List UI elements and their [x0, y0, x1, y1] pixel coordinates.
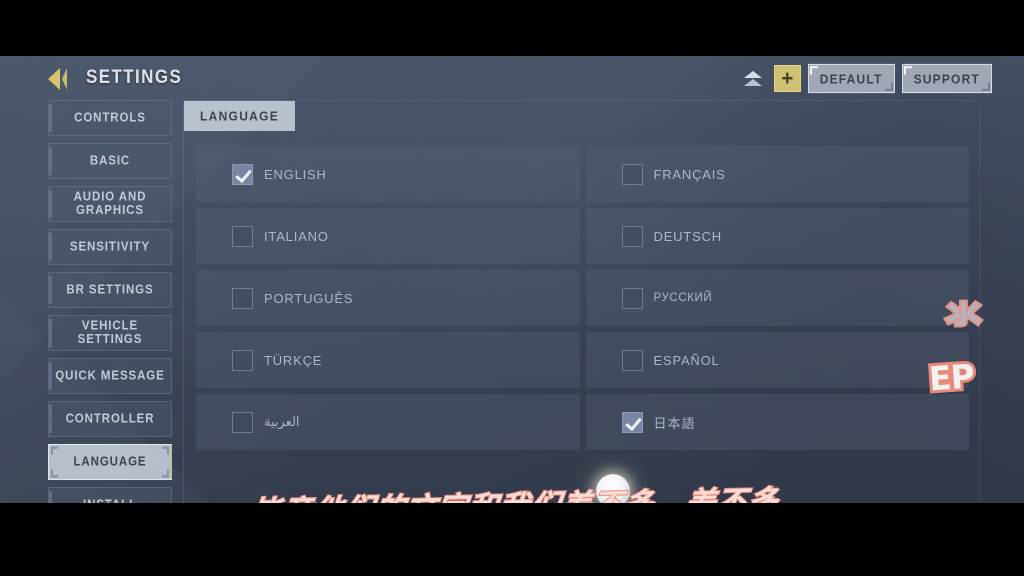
sidebar-item-label: BASIC	[89, 154, 131, 168]
sidebar-item-quick-message[interactable]: QUICK MESSAGE	[48, 358, 172, 394]
sidebar-item-language[interactable]: LANGUAGE	[48, 444, 172, 480]
sidebar-item-label: QUICK MESSAGE	[55, 369, 165, 383]
sidebar-item-label: AUDIO AND GRAPHICS	[73, 190, 147, 218]
language-label: ENGLISH	[264, 166, 327, 182]
tab-language[interactable]: LANGUAGE	[184, 101, 296, 131]
sidebar-item-sensitivity[interactable]: SENSITIVITY	[48, 229, 172, 265]
back-chevron-accent-icon	[62, 68, 67, 90]
language-label: ESPAÑOL	[653, 352, 720, 368]
language-option-francais[interactable]: FRANÇAIS	[585, 146, 969, 202]
language-label: ITALIANO	[264, 228, 329, 244]
language-option-japanese[interactable]: 日本語	[585, 394, 969, 450]
checkbox-icon-japanese[interactable]	[621, 411, 643, 433]
sidebar-item-label: LANGUAGE	[73, 455, 147, 469]
language-label: РУССКИЙ	[653, 292, 713, 304]
language-option-arabic[interactable]: العربية	[196, 394, 580, 450]
checkbox-icon-deutsch[interactable]	[621, 225, 643, 247]
language-option-english[interactable]: ENGLISH	[196, 146, 580, 202]
sidebar-item-label: CONTROLS	[74, 111, 146, 125]
checkbox-icon-arabic[interactable]	[232, 411, 253, 433]
language-option-italiano[interactable]: ITALIANO	[196, 208, 580, 264]
sidebar-item-vehicle-settings[interactable]: VEHICLE SETTINGS	[48, 315, 172, 351]
sidebar-item-controls[interactable]: CONTROLS	[48, 100, 172, 136]
language-row: TÜRKÇE ESPAÑOL	[196, 332, 969, 388]
default-button-label: DEFAULT	[819, 70, 883, 87]
sidebar-item-br-settings[interactable]: BR SETTINGS	[48, 272, 172, 308]
language-label: DEUTSCH	[653, 228, 722, 244]
checkbox-icon-espanol[interactable]	[621, 349, 643, 371]
game-viewport: SETTINGS + DEFAULT SUPPORT CONTROLS BASI…	[0, 56, 1024, 503]
sidebar-item-label: SENSITIVITY	[69, 240, 151, 254]
sidebar-item-label: BR SETTINGS	[66, 283, 154, 297]
language-option-portugues[interactable]: PORTUGUÊS	[196, 270, 580, 326]
checkbox-icon-italiano[interactable]	[232, 225, 253, 247]
language-label: العربية	[264, 414, 300, 429]
corner-mark-icon	[51, 446, 58, 455]
checkbox-icon-russian[interactable]	[621, 287, 643, 309]
language-label: PORTUGUÊS	[264, 290, 354, 306]
settings-content-panel: LANGUAGE ENGLISH FRANÇAIS ITALIANO DEUTS…	[183, 100, 980, 503]
support-button[interactable]: SUPPORT	[901, 63, 992, 94]
settings-header: SETTINGS + DEFAULT SUPPORT	[0, 56, 1024, 102]
language-row: ITALIANO DEUTSCH	[196, 208, 969, 264]
page-title: SETTINGS	[86, 66, 183, 88]
sidebar-item-controller[interactable]: CONTROLLER	[48, 401, 172, 437]
corner-mark-icon	[162, 446, 169, 455]
letterbox-top	[0, 0, 1024, 56]
language-row: PORTUGUÊS РУССКИЙ	[196, 270, 969, 326]
language-row: ENGLISH FRANÇAIS	[196, 146, 969, 202]
game-screenshot: SETTINGS + DEFAULT SUPPORT CONTROLS BASI…	[0, 0, 1024, 576]
language-option-espanol[interactable]: ESPAÑOL	[585, 332, 969, 388]
ep-sticker: EP	[925, 353, 978, 401]
language-label: FRANÇAIS	[653, 166, 726, 182]
language-option-list[interactable]: ENGLISH FRANÇAIS ITALIANO DEUTSCH PORTUG…	[196, 146, 969, 496]
corner-mark-icon	[51, 469, 58, 478]
header-actions: + DEFAULT SUPPORT	[740, 63, 992, 94]
default-button[interactable]: DEFAULT	[807, 63, 895, 94]
language-label: TÜRKÇE	[264, 352, 323, 368]
rank-chevron-icon[interactable]	[740, 64, 767, 93]
support-button-label: SUPPORT	[913, 70, 980, 87]
checkbox-icon-portugues[interactable]	[232, 287, 253, 309]
letterbox-bottom	[0, 503, 1024, 576]
back-chevron-icon	[48, 68, 60, 90]
settings-sidebar[interactable]: CONTROLS BASIC AUDIO AND GRAPHICS SENSIT…	[48, 100, 172, 503]
language-option-russian[interactable]: РУССКИЙ	[585, 270, 969, 326]
add-button[interactable]: +	[773, 65, 801, 92]
sidebar-item-audio-and-graphics[interactable]: AUDIO AND GRAPHICS	[48, 186, 172, 222]
back-button[interactable]	[48, 66, 78, 92]
corner-mark-icon	[162, 469, 169, 478]
checkbox-icon-francais[interactable]	[621, 163, 643, 185]
language-option-turkce[interactable]: TÜRKÇE	[196, 332, 580, 388]
sidebar-item-label: CONTROLLER	[65, 412, 155, 426]
language-label: 日本語	[653, 415, 696, 431]
language-option-deutsch[interactable]: DEUTSCH	[585, 208, 969, 264]
panel-tabs[interactable]: LANGUAGE	[184, 101, 296, 131]
water-char-sticker: 氺	[943, 296, 983, 336]
checkbox-icon-turkce[interactable]	[232, 349, 253, 371]
language-row: العربية 日本語	[196, 394, 969, 450]
sidebar-item-basic[interactable]: BASIC	[48, 143, 172, 179]
tab-label: LANGUAGE	[200, 108, 280, 124]
sidebar-item-label: VEHICLE SETTINGS	[77, 319, 143, 347]
checkbox-icon-english[interactable]	[232, 163, 253, 185]
